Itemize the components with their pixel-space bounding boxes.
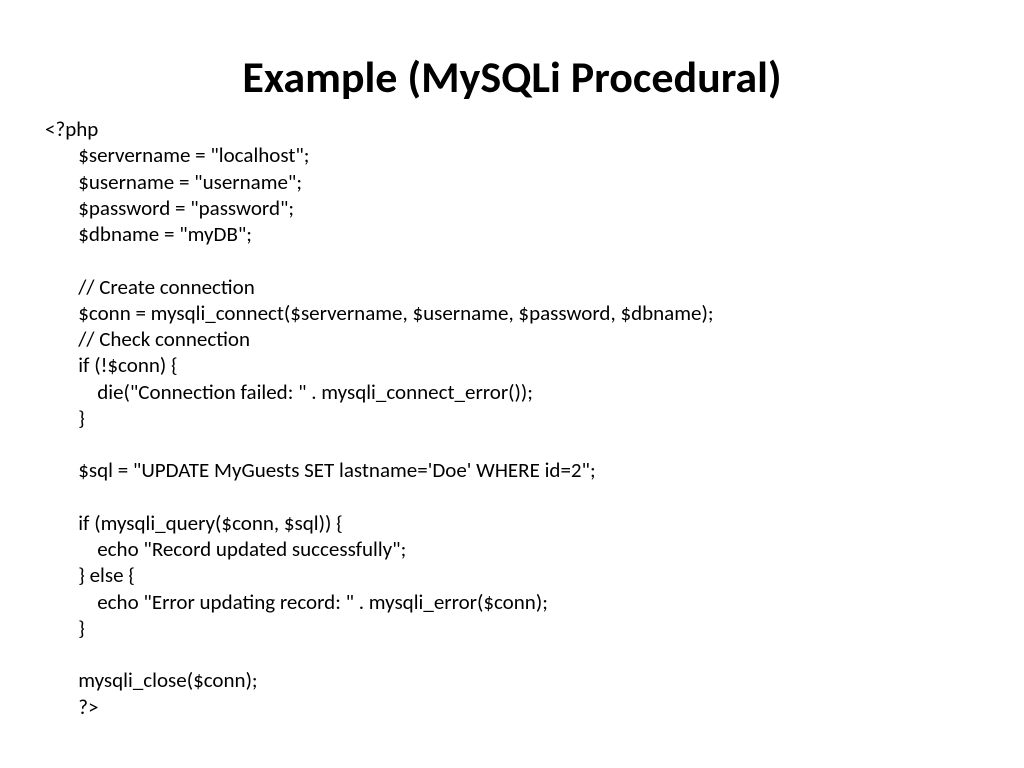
code-example: <?php $servername = "localhost"; $userna… [45, 116, 979, 720]
slide-title: Example (MySQLi Procedural) [45, 50, 979, 104]
